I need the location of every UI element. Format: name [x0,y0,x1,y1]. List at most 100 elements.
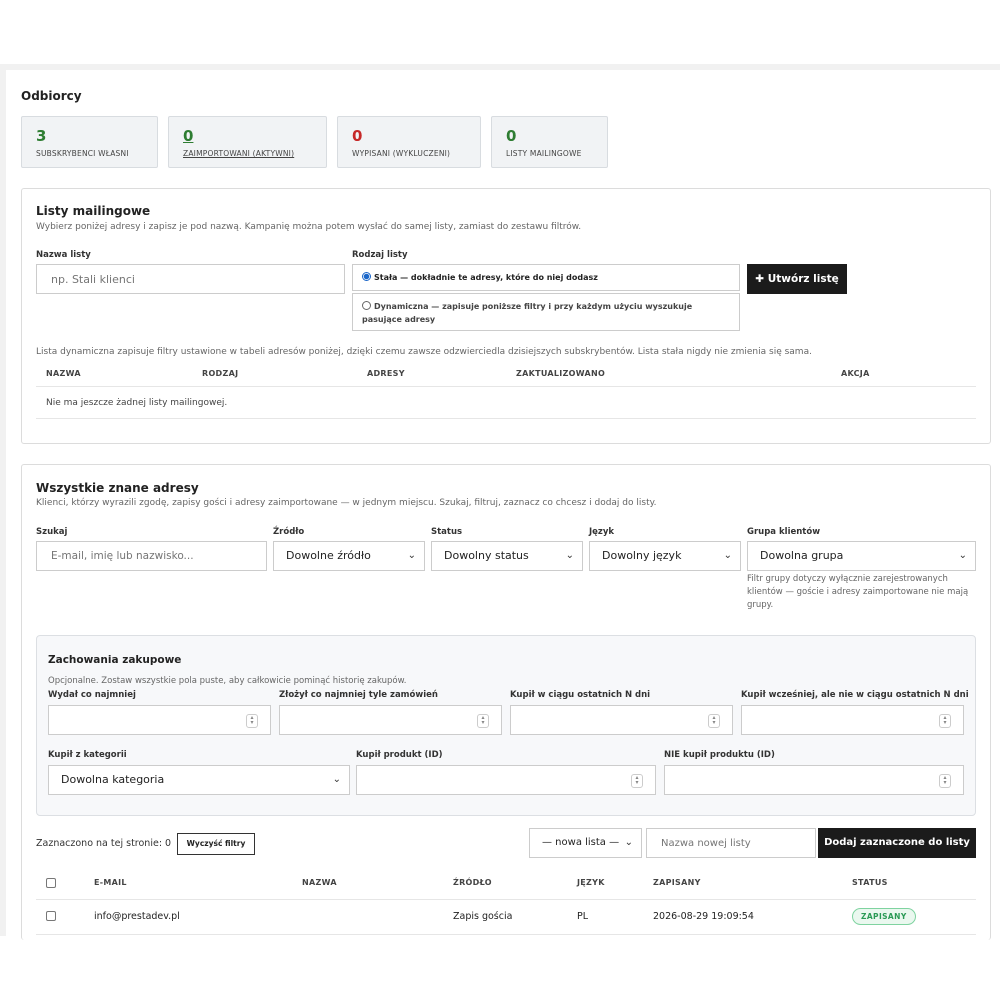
chevron-down-icon: ⌄ [332,774,341,785]
mailing-lists-subtitle: Wybierz poniżej adresy i zapisz je pod n… [36,222,582,232]
source-select[interactable]: Dowolne źródło ⌄ [273,541,425,571]
col-status: STATUS [852,878,888,887]
selected-count: Zaznaczono na tej stronie: 0 [36,838,172,849]
dynamic-list-info: Lista dynamiczna zapisuje filtry ustawio… [36,347,812,357]
col-addresses: ADRESY [367,369,405,378]
category-select-value: Dowolna kategoria [61,773,165,786]
row-source: Zapis gościa [453,911,513,922]
group-select-value: Dowolna grupa [760,549,844,562]
status-select[interactable]: Dowolny status ⌄ [431,541,583,571]
not-product-label: NIE kupił produktu (ID) [664,750,775,760]
bought-days-label: Kupił w ciągu ostatnich N dni [510,690,651,700]
col-subscribed: ZAPISANY [653,878,701,887]
category-select[interactable]: Dowolna kategoria ⌄ [48,765,350,795]
stat-label[interactable]: ZAIMPORTOWANI (AKTYWNI) [183,149,312,158]
col-name: NAZWA [302,878,337,887]
chevron-down-icon: ⌄ [407,550,416,561]
spinner-icon[interactable]: ▴ ▾ [939,774,951,788]
stat-value[interactable]: 0 [183,127,312,145]
col-email: E-MAIL [94,878,127,887]
plus-icon: ✚ [755,273,765,285]
stat-mailing-lists: 0 LISTY MAILINGOWE [491,116,608,168]
list-name-input[interactable] [36,264,345,294]
divider [36,934,976,935]
list-type-dynamic-option[interactable]: Dynamiczna — zapisuje poniższe filtry i … [352,293,740,331]
target-list-select[interactable]: — nowa lista — ⌄ [529,828,642,858]
language-select-value: Dowolny język [602,549,682,562]
spinner-icon[interactable]: ▴ ▾ [631,774,643,788]
stat-value: 0 [352,127,363,145]
row-subscribed: 2026-08-29 19:09:54 [653,911,754,922]
chevron-down-icon: ⌄ [723,550,732,561]
stat-label: SUBSKRYBENCI WŁASNI [36,149,129,158]
spinner-icon[interactable]: ▴ ▾ [246,714,258,728]
stat-value: 0 [506,127,517,145]
spinner-icon[interactable]: ▴ ▾ [708,714,720,728]
create-list-label: Utwórz listę [767,273,839,285]
list-type-label: Rodzaj listy [352,250,408,260]
not-product-input[interactable]: ▴ ▾ [664,765,964,795]
stat-own-subscribers: 3 SUBSKRYBENCI WŁASNI [21,116,158,168]
bought-days-input[interactable]: ▴ ▾ [510,705,733,735]
language-select[interactable]: Dowolny język ⌄ [589,541,741,571]
table-row: info@prestadev.pl Zapis gościa PL 2026-0… [36,900,976,934]
status-select-value: Dowolny status [444,549,529,562]
mailing-lists-title: Listy mailingowe [36,204,151,218]
list-type-static-option[interactable]: Stała — dokładnie te adresy, które do ni… [352,264,740,291]
clear-filters-button[interactable]: Wyczyść filtry [177,833,255,855]
stat-label: LISTY MAILINGOWE [506,149,582,158]
list-type-dynamic-label: Dynamiczna — zapisuje poniższe filtry i … [362,302,693,324]
status-badge: ZAPISANY [852,908,916,925]
col-type: RODZAJ [202,369,239,378]
row-email: info@prestadev.pl [94,911,180,922]
status-label: Status [431,527,463,537]
radio-unchecked-icon[interactable] [362,301,371,310]
orders-input[interactable]: ▴ ▾ [279,705,502,735]
create-list-button[interactable]: ✚ Utwórz listę [747,264,847,294]
select-all-checkbox[interactable] [46,878,56,888]
col-updated: ZAKTUALIZOWANO [516,369,606,378]
add-selected-to-list-button[interactable]: Dodaj zaznaczone do listy [818,828,976,858]
divider [36,386,976,387]
col-language: JĘZYK [577,878,605,887]
group-hint: Filtr grupy dotyczy wyłącznie zarejestro… [747,574,969,610]
chevron-down-icon: ⌄ [565,550,574,561]
search-input[interactable] [36,541,267,571]
stat-unsubscribed: 0 WYPISANI (WYKLUCZENI) [337,116,481,168]
spent-input[interactable]: ▴ ▾ [48,705,271,735]
target-list-select-value: — nowa lista — [542,837,620,848]
language-label: Język [589,527,615,537]
category-label: Kupił z kategorii [48,750,127,760]
search-label: Szukaj [36,527,68,537]
col-source: ŹRÓDŁO [453,878,492,887]
spinner-icon[interactable]: ▴ ▾ [477,714,489,728]
list-name-label: Nazwa listy [36,250,91,260]
stat-imported[interactable]: 0 ZAIMPORTOWANI (AKTYWNI) [168,116,327,168]
list-type-static-label: Stała — dokładnie te adresy, które do ni… [374,273,598,282]
radio-checked-icon[interactable] [362,272,371,281]
new-list-name-input[interactable] [646,828,816,858]
recipients-title: Odbiorcy [21,89,82,103]
col-name: NAZWA [46,369,81,378]
stat-label: WYPISANI (WYKLUCZENI) [352,149,451,158]
addresses-title: Wszystkie znane adresy [36,481,199,495]
bought-before-label: Kupił wcześniej, ale nie w ciągu ostatni… [741,690,969,700]
group-select[interactable]: Dowolna grupa ⌄ [747,541,976,571]
spent-label: Wydał co najmniej [48,690,136,700]
stat-value: 3 [36,127,47,145]
divider [36,418,976,419]
bought-before-input[interactable]: ▴ ▾ [741,705,964,735]
row-language: PL [577,911,589,922]
spinner-icon[interactable]: ▴ ▾ [939,714,951,728]
product-label: Kupił produkt (ID) [356,750,443,760]
purchase-subtitle: Opcjonalne. Zostaw wszystkie pola puste,… [48,676,407,686]
row-checkbox[interactable] [46,911,56,921]
chevron-down-icon: ⌄ [624,837,633,848]
group-label: Grupa klientów [747,527,821,537]
mailing-lists-empty: Nie ma jeszcze żadnej listy mailingowej. [46,398,228,408]
purchase-title: Zachowania zakupowe [48,654,182,666]
addresses-subtitle: Klienci, którzy wyrazili zgodę, zapisy g… [36,498,657,508]
product-input[interactable]: ▴ ▾ [356,765,656,795]
col-action: AKCJA [841,369,870,378]
source-label: Źródło [273,527,305,537]
